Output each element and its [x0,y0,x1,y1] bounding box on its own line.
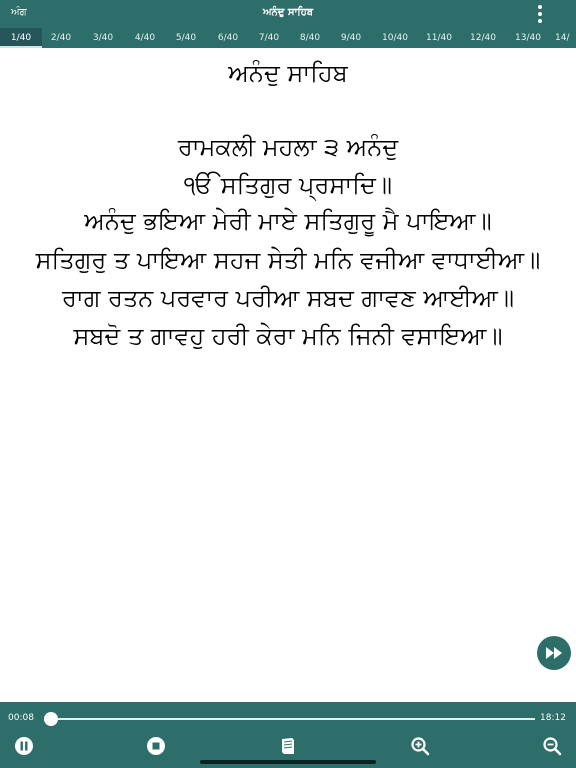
home-indicator [200,760,376,764]
fast-forward-button[interactable] [537,636,571,670]
page-tab-5[interactable]: 5/40 [165,28,207,48]
verse-line: ਸਬਦੋ ਤ ਗਾਵਹੁ ਹਰੀ ਕੇਰਾ ਮਨਿ ਜਿਨੀ ਵਸਾਇਆ॥ [73,322,503,350]
pause-icon [15,737,33,755]
more-vertical-icon[interactable] [532,5,548,23]
page-tab-13[interactable]: 13/40 [507,28,549,48]
page-tab-14[interactable]: 14/ [555,28,576,48]
verse-line: ਸਤਿਗੁਰੁ ਤ ਪਾਇਆ ਸਹਜ ਸੇਤੀ ਮਨਿ ਵਜੀਆ ਵਾਧਾਈਆ॥ [35,246,541,274]
page-tab-bar: 1/40 2/40 3/40 4/40 5/40 6/40 7/40 8/40 … [0,28,576,48]
page-title: ਅਨੰਦੁ ਸਾਹਿਬ [262,7,314,18]
page-tab-12[interactable]: 12/40 [462,28,504,48]
page-tab-11[interactable]: 11/40 [418,28,460,48]
stop-icon [147,737,165,755]
progress-track[interactable] [48,718,535,720]
page-tab-10[interactable]: 10/40 [374,28,416,48]
book-icon [282,738,294,754]
zoom-in-button[interactable] [408,734,432,758]
progress-thumb[interactable] [44,712,58,726]
page-tab-7[interactable]: 7/40 [248,28,290,48]
page-tab-1[interactable]: 1/40 [0,28,42,48]
page-tab-8[interactable]: 8/40 [289,28,331,48]
zoom-in-icon [411,737,430,756]
book-button[interactable] [276,734,300,758]
elapsed-time: 00:08 [8,713,34,723]
fast-forward-icon [546,647,562,659]
page-tab-9[interactable]: 9/40 [330,28,372,48]
verse-line: ਅਨੰਦੁ ਭਇਆ ਮੇਰੀ ਮਾਏ ਸਤਿਗੁਰੂ ਮੈ ਪਾਇਆ॥ [84,207,492,235]
pause-button[interactable] [12,734,36,758]
top-bar: ਅੰਗ ਅਨੰਦੁ ਸਾਹਿਬ [0,0,576,28]
page-tab-3[interactable]: 3/40 [82,28,124,48]
scripture-content: ਅਨੰਦੁ ਸਾਹਿਬ ਰਾਮਕਲੀ ਮਹਲਾ ੩ ਅਨੰਦੁ ੴ ਸਤਿਗੁਰ… [0,48,576,700]
zoom-out-button[interactable] [540,734,564,758]
stop-button[interactable] [144,734,168,758]
verse-line: ਰਾਗ ਰਤਨ ਪਰਵਾਰ ਪਰੀਆ ਸਬਦ ਗਾਵਣ ਆਈਆ॥ [61,284,515,312]
page-tab-2[interactable]: 2/40 [40,28,82,48]
page-tab-4[interactable]: 4/40 [124,28,166,48]
audio-player: 00:08 18:12 [0,702,576,768]
verse-line: ੴ ਸਤਿਗੁਰ ਪ੍ਰਸਾਦਿ॥ [183,171,393,199]
page-tab-6[interactable]: 6/40 [207,28,249,48]
zoom-out-icon [543,737,562,756]
verse-line: ਰਾਮਕਲੀ ਮਹਲਾ ੩ ਅਨੰਦੁ [177,133,399,161]
bani-heading: ਅਨੰਦੁ ਸਾਹਿਬ [228,59,348,87]
duration-time: 18:12 [540,713,566,723]
